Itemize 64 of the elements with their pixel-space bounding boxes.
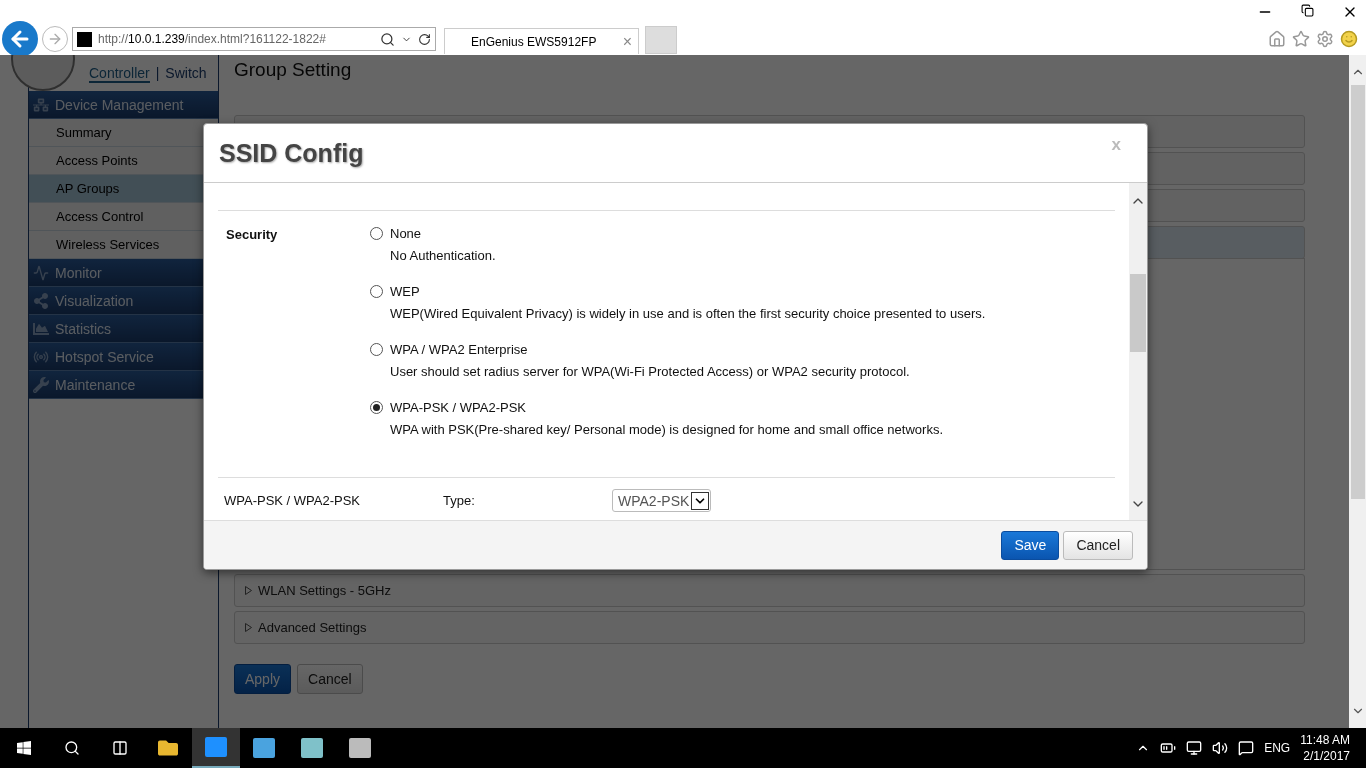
dialog-button[interactable]: Save [1001, 530, 1060, 560]
page-button[interactable]: Apply [234, 664, 292, 694]
language-indicator[interactable]: ENG [1264, 741, 1291, 755]
type-dropdown[interactable]: WPA2-PSK [612, 489, 712, 512]
scroll-thumb[interactable] [1130, 273, 1146, 352]
refresh-icon[interactable] [418, 32, 431, 46]
tab-close-button[interactable]: × [622, 32, 632, 51]
scroll-thumb[interactable] [1350, 84, 1365, 499]
wrench-icon [33, 376, 49, 393]
taskbar-app-button[interactable] [192, 728, 240, 768]
notification-icon[interactable] [1238, 740, 1255, 756]
app-icon [349, 738, 371, 758]
nav-link[interactable]: Controller [89, 65, 150, 83]
field-label: Security [225, 226, 279, 244]
dialog-button[interactable]: Cancel [1063, 530, 1133, 560]
field-label: Type: [443, 493, 476, 508]
sidebar-section[interactable]: Device Management [29, 91, 218, 119]
address-field[interactable]: http://10.0.1.239/index.html?161122-1822# [72, 27, 436, 51]
browser-tab[interactable]: EnGenius EWS5912FP × [444, 28, 639, 54]
dialog-title: SSID Config [219, 138, 364, 168]
smiley-icon[interactable] [1340, 30, 1358, 48]
page-title: Group Setting [234, 59, 353, 82]
search-icon[interactable] [380, 31, 395, 47]
app-icon [253, 738, 275, 758]
option-description: WPA with PSK(Pre-shared key/ Personal mode) is designed for home and small office networks. [390, 422, 944, 437]
app-icon [301, 738, 323, 758]
favicon-icon [77, 31, 92, 47]
settings-icon[interactable] [1316, 30, 1334, 48]
battery-icon[interactable] [1160, 740, 1177, 756]
volume-icon[interactable] [1212, 740, 1229, 756]
app-icon [205, 737, 227, 757]
star-icon[interactable] [1292, 30, 1310, 48]
separator: | [155, 65, 160, 83]
option-label: WPA-PSK / WPA2-PSK [390, 400, 528, 415]
option-description: User should set radius server for WPA(Wi-Fi Protected Access) or WPA2 security protocol. [390, 364, 911, 379]
expand-triangle-icon [245, 623, 252, 632]
windows-icon [16, 740, 32, 756]
back-button[interactable] [2, 21, 38, 57]
folder-icon [158, 738, 178, 758]
field-label: WPA-PSK / WPA2-PSK [223, 493, 362, 508]
sidebar-item[interactable]: Summary [29, 119, 218, 147]
caret-icon [691, 491, 710, 510]
page-scrollbar[interactable] [1349, 55, 1366, 728]
option-label: WPA / WPA2 Enterprise [390, 342, 529, 357]
clock[interactable]: 11:48 AM 2/1/2017 [1300, 732, 1350, 764]
restore-icon[interactable] [1301, 4, 1314, 17]
close-button[interactable]: x [1105, 134, 1127, 156]
option-label: WEP [390, 284, 421, 299]
expand-triangle-icon [245, 586, 252, 595]
home-icon[interactable] [1268, 30, 1286, 48]
scrollbar[interactable] [1129, 183, 1147, 520]
option-label: None [390, 226, 423, 241]
accordion-header[interactable]: WLAN Settings - 5GHz [234, 574, 1305, 607]
option-description: WEP(Wired Equivalent Privacy) is widely in use and is often the first security choice presented to users. [390, 306, 986, 321]
accordion-header[interactable]: Advanced Settings [234, 611, 1305, 644]
area-chart-icon [33, 320, 49, 337]
option-description: No Authentication. [390, 248, 497, 263]
page-button[interactable]: Cancel [297, 664, 363, 694]
share-icon [33, 292, 49, 309]
search-icon [64, 740, 80, 756]
task-view-icon [112, 740, 128, 756]
pulse-icon [33, 264, 49, 281]
arrow-right-icon [47, 31, 63, 47]
nav-link[interactable]: Switch [165, 65, 207, 83]
